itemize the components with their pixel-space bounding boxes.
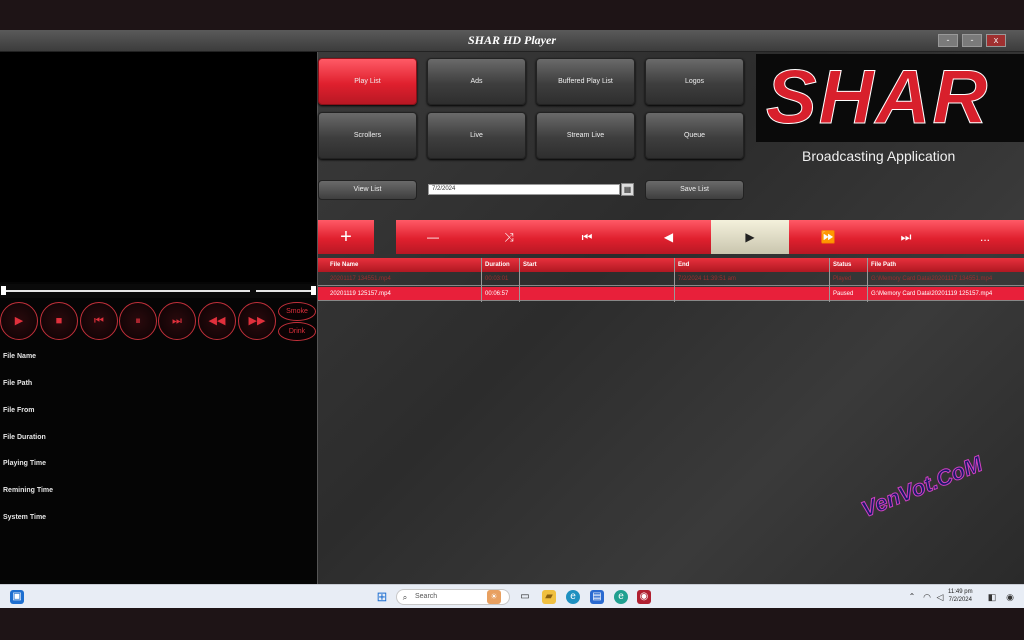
grid-header: File Name Duration Start End Status File…: [318, 258, 1024, 272]
widgets-icon[interactable]: ▣: [10, 590, 24, 604]
playlist-transport-bar: + — ⤨ ⏮ ◀ ▶ ⏩ ⏭ ...: [318, 220, 1024, 254]
clock-date: 7/2/2024: [948, 597, 972, 603]
color-icon[interactable]: ◉: [1003, 590, 1017, 604]
file-explorer-icon[interactable]: ▰: [542, 590, 556, 604]
column-start[interactable]: Start: [521, 258, 671, 272]
close-button[interactable]: x: [986, 34, 1006, 47]
title-bar: SHAR HD Player - - x: [0, 30, 1024, 52]
table-row[interactable]: 20201119 125157.mp4 00:06:57 Paused G:\M…: [318, 287, 1024, 301]
taskbar-clock[interactable]: 11:49 pm 7/2/2024: [948, 588, 973, 604]
first-track-button[interactable]: ⏮: [548, 220, 626, 254]
screen-bottom-border: [0, 608, 1024, 640]
weather-icon[interactable]: ☀: [487, 590, 501, 604]
logo-tagline: Broadcasting Application: [802, 148, 956, 164]
column-divider: [481, 258, 482, 302]
column-file-path[interactable]: File Path: [869, 258, 1019, 272]
cell-file-path: G:\Memory Card Data\20201117 134551.mp4: [871, 276, 993, 282]
column-divider: [674, 258, 675, 302]
search-icon: ⌕: [402, 593, 408, 602]
tab-play-list[interactable]: Play List: [318, 58, 417, 105]
task-view-icon[interactable]: ▭: [518, 590, 532, 604]
shar-player-taskbar-icon[interactable]: ◉: [637, 590, 651, 604]
column-divider: [829, 258, 830, 302]
more-button[interactable]: ...: [945, 220, 1024, 254]
shar-logo: SHAR: [756, 54, 1024, 142]
last-track-button[interactable]: ⏭: [867, 220, 945, 254]
file-path-label: File Path: [3, 380, 33, 387]
previous-track-button[interactable]: ◀: [626, 220, 711, 254]
taskbar: ▣ ⊞ Search ⌕ ☀ ▭ ▰ e ▤ e ◉ ⌃ ◠ ◁ 11:49 p…: [0, 584, 1024, 608]
seek-track: [2, 290, 315, 292]
next-button[interactable]: ⏭: [158, 302, 196, 340]
column-file-name[interactable]: File Name: [328, 258, 478, 272]
remove-item-button[interactable]: —: [396, 220, 470, 254]
column-status[interactable]: Status: [831, 258, 867, 272]
tab-queue[interactable]: Queue: [645, 112, 744, 159]
start-icon[interactable]: ⊞: [375, 590, 389, 604]
tab-ads[interactable]: Ads: [427, 58, 526, 105]
cell-status: Paused: [833, 291, 854, 297]
tab-logos[interactable]: Logos: [645, 58, 744, 105]
chevron-up-icon[interactable]: ⌃: [905, 590, 919, 604]
column-divider: [519, 258, 520, 302]
rewind-button[interactable]: ◀◀: [198, 302, 236, 340]
cell-file-path: G:\Memory Card Data\20201119 125157.mp4: [871, 291, 993, 297]
player-panel: ▶ ■ ⏮ ⏸ ⏭ ◀◀ ▶▶ Smoke Drink File Name Fi…: [0, 52, 317, 584]
view-list-button[interactable]: View List: [318, 180, 417, 200]
date-field[interactable]: 7/2/2024: [428, 184, 620, 195]
column-divider: [867, 258, 868, 302]
main-panel: Play List Ads Buffered Play List Logos S…: [317, 52, 1024, 584]
forward-track-button[interactable]: ⏩: [789, 220, 867, 254]
seek-start-handle[interactable]: [1, 286, 6, 295]
column-duration[interactable]: Duration: [483, 258, 519, 272]
fast-forward-button[interactable]: ▶▶: [238, 302, 276, 340]
player-controls: ▶ ■ ⏮ ⏸ ⏭ ◀◀ ▶▶ Smoke Drink: [0, 300, 317, 341]
remaining-time-label: Remining Time: [3, 487, 54, 494]
play-track-button[interactable]: ▶: [711, 220, 789, 254]
tab-stream-live[interactable]: Stream Live: [536, 112, 635, 159]
seek-gap: [250, 286, 256, 295]
play-button[interactable]: ▶: [0, 302, 38, 340]
clock-time: 11:49 pm: [948, 589, 973, 595]
tab-scrollers[interactable]: Scrollers: [318, 112, 417, 159]
cell-file-name: 20201117 134551.mp4: [330, 276, 391, 282]
file-name-label: File Name: [3, 353, 37, 360]
pause-button[interactable]: ⏸: [119, 302, 157, 340]
save-list-button[interactable]: Save List: [645, 180, 744, 200]
smoke-button[interactable]: Smoke: [278, 302, 316, 321]
app-icon[interactable]: e: [614, 590, 628, 604]
cell-status: Played: [833, 276, 852, 282]
previous-button[interactable]: ⏮: [80, 302, 118, 340]
add-item-button[interactable]: +: [318, 220, 374, 254]
seek-end-handle[interactable]: [311, 286, 316, 295]
volume-icon[interactable]: ◁: [933, 590, 947, 604]
file-duration-label: File Duration: [3, 434, 46, 441]
stop-button[interactable]: ■: [40, 302, 78, 340]
video-preview: [0, 52, 317, 282]
wifi-icon[interactable]: ◠: [920, 590, 934, 604]
table-row[interactable]: 20201117 134551.mp4 00:03:01 7/2/2024 11…: [318, 272, 1024, 286]
file-from-label: File From: [3, 407, 35, 414]
cell-file-name: 20201119 125157.mp4: [330, 291, 391, 297]
cell-duration: 00:06:57: [485, 291, 509, 297]
maximize-button[interactable]: -: [962, 34, 982, 47]
system-time-label: System Time: [3, 514, 47, 521]
edge-icon[interactable]: e: [566, 590, 580, 604]
notification-icon[interactable]: ◧: [985, 590, 999, 604]
store-icon[interactable]: ▤: [590, 590, 604, 604]
window-title: SHAR HD Player: [467, 33, 556, 47]
cell-end: 7/2/2024 11:39:51 am: [678, 276, 736, 282]
playing-time-label: Playing Time: [3, 460, 47, 467]
seek-bar[interactable]: [0, 284, 317, 298]
tab-buffered-play-list[interactable]: Buffered Play List: [536, 58, 635, 105]
calendar-icon[interactable]: ▦: [621, 183, 634, 196]
shuffle-button[interactable]: ⤨: [470, 220, 548, 254]
logo-word: SHAR: [765, 55, 990, 141]
minimize-button[interactable]: -: [938, 34, 958, 47]
drink-button[interactable]: Drink: [278, 322, 316, 341]
tab-live[interactable]: Live: [427, 112, 526, 159]
screen: SHAR HD Player - - x ▶ ■ ⏮ ⏸ ⏭ ◀◀ ▶▶ Smo…: [0, 0, 1024, 640]
cell-duration: 00:03:01: [485, 276, 509, 282]
column-end[interactable]: End: [676, 258, 826, 272]
